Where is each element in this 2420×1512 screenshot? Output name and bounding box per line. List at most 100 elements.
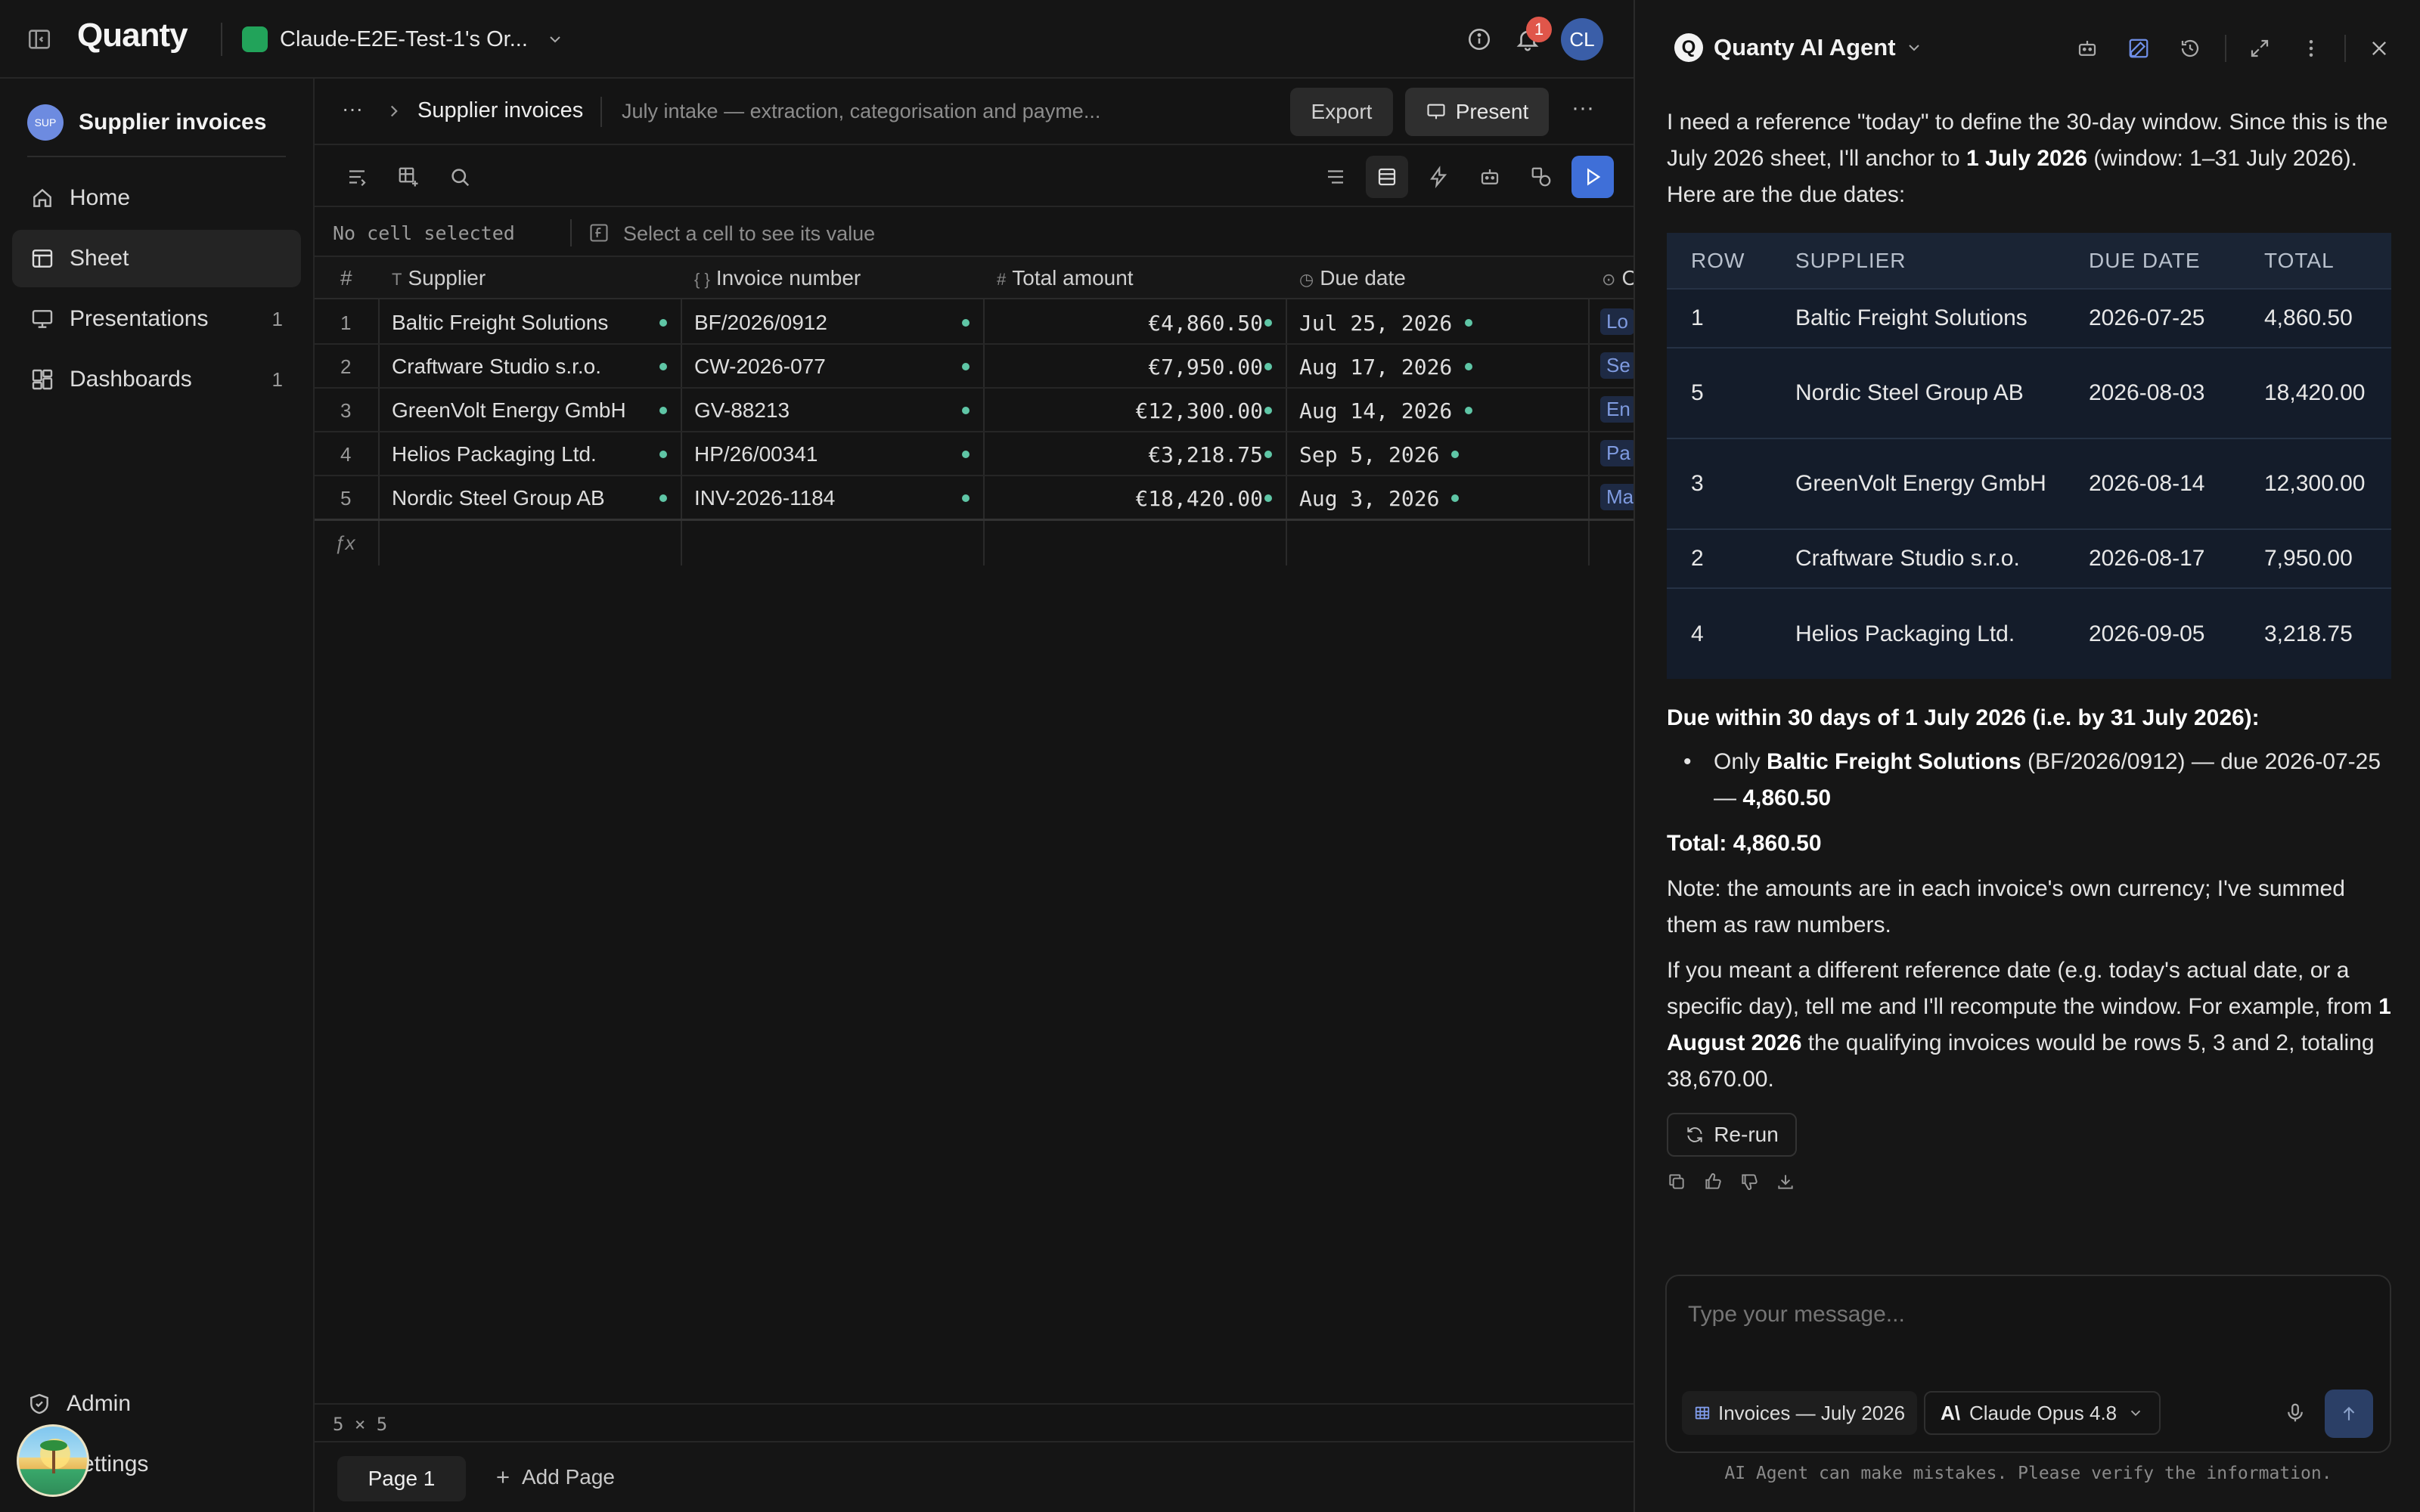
table-row[interactable]: 3 GreenVolt Energy GmbH GV-88213 €12,300.00…	[315, 389, 1634, 432]
cell-supplier[interactable]: Helios Packaging Ltd.	[392, 442, 597, 466]
search-icon[interactable]	[439, 156, 481, 198]
app-logo[interactable]: Quanty	[77, 17, 188, 54]
category-tag[interactable]: Ma	[1600, 484, 1634, 510]
align-text-icon[interactable]	[1314, 156, 1357, 198]
rerun-button[interactable]: Re-run	[1667, 1113, 1797, 1157]
cell-total-amount[interactable]: €7,950.00	[983, 355, 1263, 380]
model-name: Claude Opus 4.8	[1969, 1401, 2118, 1424]
cell-invoice-number[interactable]: INV-2026-1184	[694, 486, 835, 510]
sidebar-item-dashboards[interactable]: Dashboards 1	[12, 351, 301, 408]
row-number[interactable]: 4	[340, 443, 351, 466]
automation-bolt-icon[interactable]	[1417, 156, 1460, 198]
user-avatar[interactable]: CL	[1561, 18, 1603, 60]
run-play-icon[interactable]	[1571, 156, 1614, 198]
present-button[interactable]: Present	[1405, 88, 1549, 136]
column-header-supplier[interactable]: T Supplier	[392, 266, 486, 290]
export-button[interactable]: Export	[1290, 88, 1393, 136]
breadcrumb-more-icon[interactable]: ···	[342, 97, 363, 121]
cell-invoice-number[interactable]: CW-2026-077	[694, 355, 826, 379]
wrap-text-icon[interactable]	[336, 156, 378, 198]
notifications-bell-icon[interactable]: 1	[1506, 17, 1552, 60]
cell-value-placeholder: Select a cell to see its value	[623, 222, 876, 245]
add-page-button[interactable]: Add Page	[493, 1465, 615, 1489]
row-number[interactable]: 5	[340, 487, 351, 510]
cell-due-date[interactable]: Aug 17, 2026	[1299, 355, 1452, 380]
sidebar-item-home[interactable]: Home	[12, 169, 301, 227]
cell-supplier[interactable]: GreenVolt Energy GmbH	[392, 398, 626, 423]
download-icon[interactable]	[1776, 1172, 1795, 1191]
message-input[interactable]	[1688, 1296, 2369, 1334]
row-number[interactable]: 1	[340, 311, 351, 335]
agent-selector[interactable]: Q Quanty AI Agent	[1674, 33, 1923, 62]
cell-total-amount[interactable]: €3,218.75	[983, 442, 1263, 467]
breadcrumb-title[interactable]: Supplier invoices	[417, 98, 583, 123]
column-header-total-amount[interactable]: # Total amount	[997, 266, 1134, 290]
expand-icon[interactable]	[2238, 27, 2281, 70]
island-avatar-icon[interactable]	[17, 1424, 89, 1497]
sidebar-item-presentations[interactable]: Presentations 1	[12, 290, 301, 348]
more-options-icon[interactable]: ···	[1571, 95, 1594, 121]
table-row[interactable]: 1 Baltic Freight Solutions BF/2026/0912 €4,…	[315, 301, 1634, 345]
row-number[interactable]: 2	[340, 355, 351, 379]
cell-total-amount[interactable]: €12,300.00	[983, 398, 1263, 423]
org-switcher[interactable]: Claude-E2E-Test-1's Or...	[242, 24, 564, 54]
category-tag[interactable]: En	[1600, 396, 1634, 423]
cell-total-amount[interactable]: €18,420.00	[983, 486, 1263, 511]
sidebar-item-sheet[interactable]: Sheet	[12, 230, 301, 287]
status-dot	[1264, 494, 1272, 502]
history-icon[interactable]	[2169, 27, 2211, 70]
cell-due-date[interactable]: Aug 14, 2026	[1299, 398, 1452, 423]
row-density-icon[interactable]	[1366, 156, 1408, 198]
status-dot	[1264, 363, 1272, 370]
context-chip[interactable]: Invoices — July 2026	[1682, 1391, 1918, 1435]
status-dot	[659, 494, 667, 502]
refresh-icon	[1687, 1127, 1702, 1142]
divider	[27, 156, 286, 157]
bot-icon[interactable]	[2066, 27, 2108, 70]
add-table-icon[interactable]	[387, 156, 430, 198]
cell-supplier[interactable]: Baltic Freight Solutions	[392, 311, 608, 335]
table-row: 4 Helios Packaging Ltd. 2026-09-05 3,218.75	[1667, 587, 2391, 679]
table-row[interactable]: 2 Craftware Studio s.r.o. CW-2026-077 €7,95…	[315, 345, 1634, 389]
cell-supplier[interactable]: Nordic Steel Group AB	[392, 486, 605, 510]
cell-invoice-number[interactable]: HP/26/00341	[694, 442, 818, 466]
send-button[interactable]	[2325, 1390, 2373, 1438]
column-header: TOTAL	[2240, 233, 2391, 289]
category-tag[interactable]: Se	[1600, 352, 1634, 379]
model-selector[interactable]: A\ Claude Opus 4.8	[1924, 1391, 2161, 1435]
info-icon[interactable]	[1458, 18, 1500, 60]
tab-page-1[interactable]: Page 1	[337, 1456, 466, 1501]
cell-invoice-number[interactable]: GV-88213	[694, 398, 790, 423]
sidebar-item-admin[interactable]: Admin	[27, 1391, 131, 1417]
row-number[interactable]: 3	[340, 399, 351, 423]
close-icon[interactable]	[2358, 27, 2400, 70]
status-dot	[1451, 494, 1460, 502]
bot-icon[interactable]	[1469, 156, 1511, 198]
category-tag[interactable]: Pa	[1600, 440, 1634, 466]
shapes-icon[interactable]	[1520, 156, 1562, 198]
more-vertical-icon[interactable]	[2290, 27, 2332, 70]
column-header-due-date[interactable]: ◷ Due date	[1299, 266, 1406, 290]
thumbs-down-icon[interactable]	[1739, 1172, 1759, 1191]
table-row[interactable]: 4 Helios Packaging Ltd. HP/26/00341 €3,218.…	[315, 432, 1634, 476]
thumbs-up-icon[interactable]	[1703, 1172, 1723, 1191]
category-tag[interactable]: Lo	[1600, 308, 1634, 335]
cell-due-date[interactable]: Jul 25, 2026	[1299, 311, 1452, 336]
new-chat-edit-icon[interactable]	[2118, 27, 2160, 70]
workspace-avatar: SUP	[27, 104, 64, 141]
cell-supplier: Craftware Studio s.r.o.	[1771, 528, 2065, 588]
cell-due-date[interactable]: Sep 5, 2026	[1299, 442, 1439, 467]
cell-due-date[interactable]: Aug 3, 2026	[1299, 486, 1439, 511]
column-header-invoice-number[interactable]: { } Invoice number	[694, 266, 861, 290]
microphone-icon[interactable]	[2284, 1402, 2307, 1424]
cell-invoice-number[interactable]: BF/2026/0912	[694, 311, 827, 335]
workspace-header[interactable]: SUP Supplier invoices	[27, 104, 266, 141]
column-header-category[interactable]: ⊙ C	[1602, 266, 1634, 290]
sheet-icon	[32, 249, 53, 268]
table-row[interactable]: 5 Nordic Steel Group AB INV-2026-1184 €18,4…	[315, 476, 1634, 520]
cell-total-amount[interactable]: €4,860.50	[983, 311, 1263, 336]
cell-supplier[interactable]: Craftware Studio s.r.o.	[392, 355, 601, 379]
toggle-sidebar-icon[interactable]	[18, 18, 60, 60]
cell-due-date: 2026-08-17	[2065, 528, 2240, 588]
copy-icon[interactable]	[1667, 1172, 1686, 1191]
